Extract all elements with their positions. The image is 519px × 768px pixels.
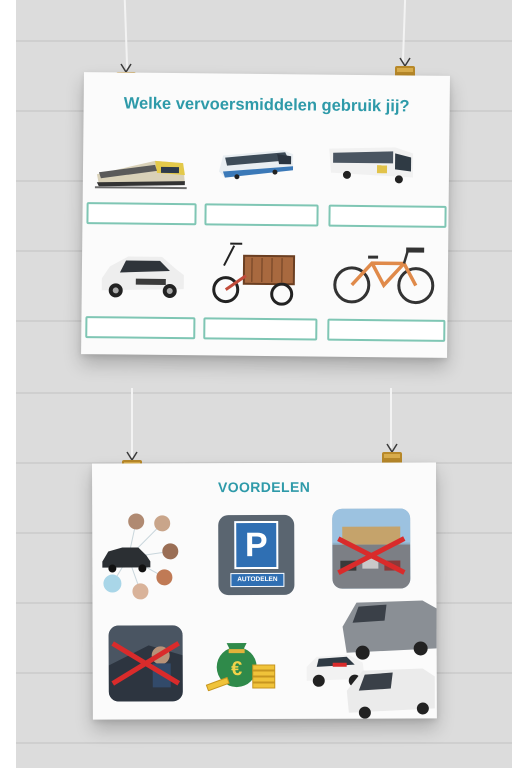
crossed-out-parking-lot-icon (332, 508, 411, 589)
answer-box-bus[interactable] (328, 204, 447, 228)
hanging-string (390, 388, 392, 448)
parking-letter: P (234, 520, 279, 570)
euro-symbol: € (231, 658, 242, 680)
answer-box-tram[interactable] (204, 203, 319, 227)
bicycle-icon (333, 247, 435, 305)
tram-icon (218, 150, 294, 180)
vans-and-car-icon (306, 600, 437, 719)
poster-title: Welke vervoersmiddelen gebruik jij? (123, 94, 410, 116)
autodelen-label: AUTODELEN (230, 572, 285, 588)
poster-transport-modes: Welke vervoersmiddelen gebruik jij? (81, 72, 450, 358)
shared-car-network-icon (102, 513, 179, 600)
answer-box-car[interactable] (85, 316, 196, 340)
car-icon (101, 256, 184, 298)
answer-box-train[interactable] (86, 202, 197, 226)
parking-sign-icon: P AUTODELEN (218, 514, 295, 596)
answer-box-bicycle[interactable] (327, 318, 446, 342)
hanging-string (131, 388, 133, 458)
poster-advantages: VOORDELEN P AUTODELEN € (92, 462, 437, 720)
bus-icon (329, 147, 414, 184)
train-icon (94, 160, 187, 190)
money-bag-icon: € (205, 643, 276, 692)
crossed-out-car-maintenance-icon (108, 625, 183, 702)
poster-title: VOORDELEN (217, 478, 311, 496)
answer-box-cargo-bike[interactable] (203, 317, 318, 341)
cargo-bike-icon (212, 242, 296, 306)
